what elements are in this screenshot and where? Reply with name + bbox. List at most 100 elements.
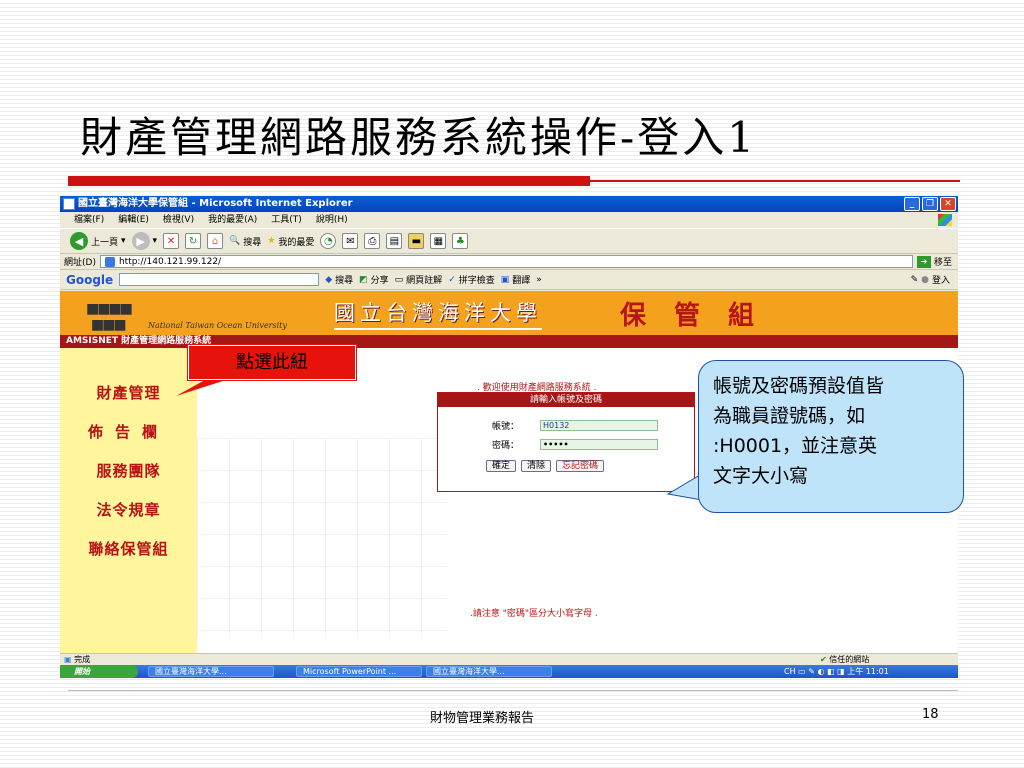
password-label: 密碼： <box>492 441 520 451</box>
password-row: 密碼： ••••• <box>492 438 658 451</box>
menu-view[interactable]: 檢視(V) <box>163 212 194 228</box>
maximize-button[interactable]: ❐ <box>922 197 938 211</box>
history-icon[interactable]: ◔ <box>320 233 337 249</box>
language-indicator[interactable]: CH <box>784 667 796 676</box>
menu-edit[interactable]: 編輯(E) <box>118 212 149 228</box>
folder-icon[interactable]: ▬ <box>408 233 425 249</box>
close-button[interactable]: ✕ <box>940 197 956 211</box>
background-pattern <box>197 438 447 638</box>
title-underline-thin <box>590 180 960 182</box>
confirm-button[interactable]: 確定 <box>486 460 517 472</box>
google-signin-button[interactable]: ✎ ● 登入 <box>910 273 950 287</box>
forgot-password-button[interactable]: 忘記密碼 <box>556 460 605 472</box>
status-bar: ▣ 完成 ✔ 信任的網站 <box>60 653 958 665</box>
nav-bulletin[interactable]: 佈告欄 <box>60 421 197 442</box>
info-line-3: :H0001，並注意英 <box>713 435 878 457</box>
google-spell-button[interactable]: ✓ 拼字檢查 <box>448 273 495 287</box>
google-translate-button[interactable]: ▣ 翻譯 <box>500 273 531 287</box>
clear-button[interactable]: 清除 <box>521 460 552 472</box>
google-search-icon: ◆ <box>325 274 333 285</box>
go-label[interactable]: 移至 <box>934 255 952 268</box>
settings-icon: ✎ <box>910 274 919 285</box>
signin-icon: ● <box>921 274 929 285</box>
google-search-input[interactable] <box>119 273 320 286</box>
status-text: 完成 <box>74 655 91 664</box>
minimize-button[interactable]: _ <box>904 197 920 211</box>
edit-icon[interactable]: ▤ <box>386 233 403 249</box>
click-here-callout: 點選此紐 <box>188 345 356 380</box>
menu-file[interactable]: 檔案(F) <box>74 212 104 228</box>
start-button[interactable]: 開始 <box>60 665 138 678</box>
spellcheck-icon: ✓ <box>448 274 456 285</box>
info-line-2: 為職員證號碼，如 <box>713 405 866 427</box>
ie-app-icon <box>63 198 75 210</box>
messenger-icon[interactable]: ♣ <box>452 233 469 249</box>
google-share-button[interactable]: ◩ 分享 <box>359 273 389 287</box>
window-title: 國立臺灣海洋大學保管組 - Microsoft Internet Explore… <box>78 198 353 209</box>
home-icon[interactable]: ⌂ <box>207 233 224 249</box>
task-item-powerpoint[interactable]: Microsoft PowerPoint ... <box>296 666 422 677</box>
trusted-icon: ✔ <box>820 655 827 664</box>
account-input[interactable]: H0132 <box>540 420 658 431</box>
info-line-4: 文字大小寫 <box>713 465 809 487</box>
refresh-icon[interactable]: ↻ <box>185 233 202 249</box>
clock: 上午 11:01 <box>847 667 889 676</box>
back-label: 上一頁 <box>91 237 119 248</box>
research-icon[interactable]: ▦ <box>430 233 447 249</box>
status-page-icon: ▣ <box>64 655 72 664</box>
keyboard-icon: ▭ ✎ <box>798 667 815 676</box>
google-notes-button[interactable]: ▭ 網頁註解 <box>394 273 443 287</box>
nav-property-management[interactable]: 財產管理 <box>60 382 197 403</box>
nav-regulations[interactable]: 法令規章 <box>60 499 197 520</box>
site-header: ■■■■ ■■■ National Taiwan Ocean Universit… <box>60 291 958 335</box>
windows-taskbar: 開始 國立臺灣海洋大學... Microsoft PowerPoint ... … <box>60 665 958 678</box>
login-form: 請輸入帳號及密碼 帳號： H0132 密碼： ••••• 確定 清除 忘記密碼 <box>437 392 695 492</box>
favorites-button[interactable]: ★ 我的最愛 <box>267 235 314 248</box>
google-search-button[interactable]: ◆ 搜尋 <box>325 273 353 287</box>
case-sensitive-note: .請注意 "密碼"區分大小寫字母 . <box>470 609 598 619</box>
notes-icon: ▭ <box>394 274 404 285</box>
forward-arrow-icon: ▶ <box>131 232 150 250</box>
password-input[interactable]: ••••• <box>540 439 658 450</box>
zone-label: ✔ 信任的網站 <box>820 655 870 664</box>
tray-icons: ◐ ◧ ◨ <box>817 667 845 676</box>
account-row: 帳號： H0132 <box>492 419 658 432</box>
print-icon[interactable]: ⎙ <box>364 233 381 249</box>
back-button[interactable]: ◀ 上一頁 ▾ <box>70 232 126 250</box>
google-toolbar: Google ◆ 搜尋 ◩ 分享 ▭ 網頁註解 ✓ 拼字檢查 ▣ 翻譯 » ✎ … <box>60 270 958 290</box>
university-en-name: National Taiwan Ocean University <box>148 321 287 330</box>
slide-title: 財產管理網路服務系統操作-登入1 <box>80 113 757 162</box>
menu-bar: 檔案(F) 編輯(E) 檢視(V) 我的最愛(A) 工具(T) 說明(H) <box>60 212 958 228</box>
search-icon: 🔍 <box>229 236 241 246</box>
google-logo[interactable]: Google <box>66 273 113 287</box>
search-label: 搜尋 <box>243 237 262 248</box>
forward-button[interactable]: ▶ ▾ <box>131 232 157 250</box>
nav-service-team[interactable]: 服務團隊 <box>60 460 197 481</box>
go-button[interactable]: ➔ <box>916 255 931 268</box>
university-zh-name: 國立台灣海洋大學 <box>334 297 542 330</box>
mail-icon[interactable]: ✉ <box>342 233 359 249</box>
share-icon: ◩ <box>359 274 368 285</box>
login-buttons: 確定 清除 忘記密碼 <box>486 460 605 472</box>
translate-icon: ▣ <box>500 274 510 285</box>
menu-help[interactable]: 說明(H) <box>316 212 348 228</box>
search-button[interactable]: 🔍 搜尋 <box>229 235 261 248</box>
site-sidebar: 財產管理 佈告欄 服務團隊 法令規章 聯絡保管組 <box>60 348 197 653</box>
password-info-callout: 帳號及密碼預設值皆 為職員證號碼，如 :H0001，並注意英 文字大小寫 <box>698 360 964 513</box>
account-label: 帳號： <box>492 422 520 432</box>
footer-title: 財物管理業務報告 <box>430 711 535 726</box>
address-bar: 網址(D) http://140.121.99.122/ ➔ 移至 <box>60 254 958 270</box>
stop-icon[interactable]: ✕ <box>163 233 180 249</box>
ie-toolbar: ◀ 上一頁 ▾ ▶ ▾ ✕ ↻ ⌂ 🔍 搜尋 ★ 我的最愛 ◔ ✉ ⎙ ▤ ▬ … <box>60 228 958 254</box>
info-line-1: 帳號及密碼預設值皆 <box>713 375 885 397</box>
page-number: 18 <box>922 707 939 722</box>
task-item-ie-2[interactable]: 國立臺灣海洋大學... <box>426 666 552 677</box>
task-item-ie-1[interactable]: 國立臺灣海洋大學... <box>148 666 274 677</box>
menu-tools[interactable]: 工具(T) <box>271 212 302 228</box>
nav-contact[interactable]: 聯絡保管組 <box>60 538 197 559</box>
menu-favorites[interactable]: 我的最愛(A) <box>208 212 257 228</box>
address-input[interactable]: http://140.121.99.122/ <box>99 255 913 268</box>
more-tools-button[interactable]: » <box>536 275 542 285</box>
star-icon: ★ <box>267 236 276 246</box>
back-arrow-icon: ◀ <box>70 232 88 250</box>
